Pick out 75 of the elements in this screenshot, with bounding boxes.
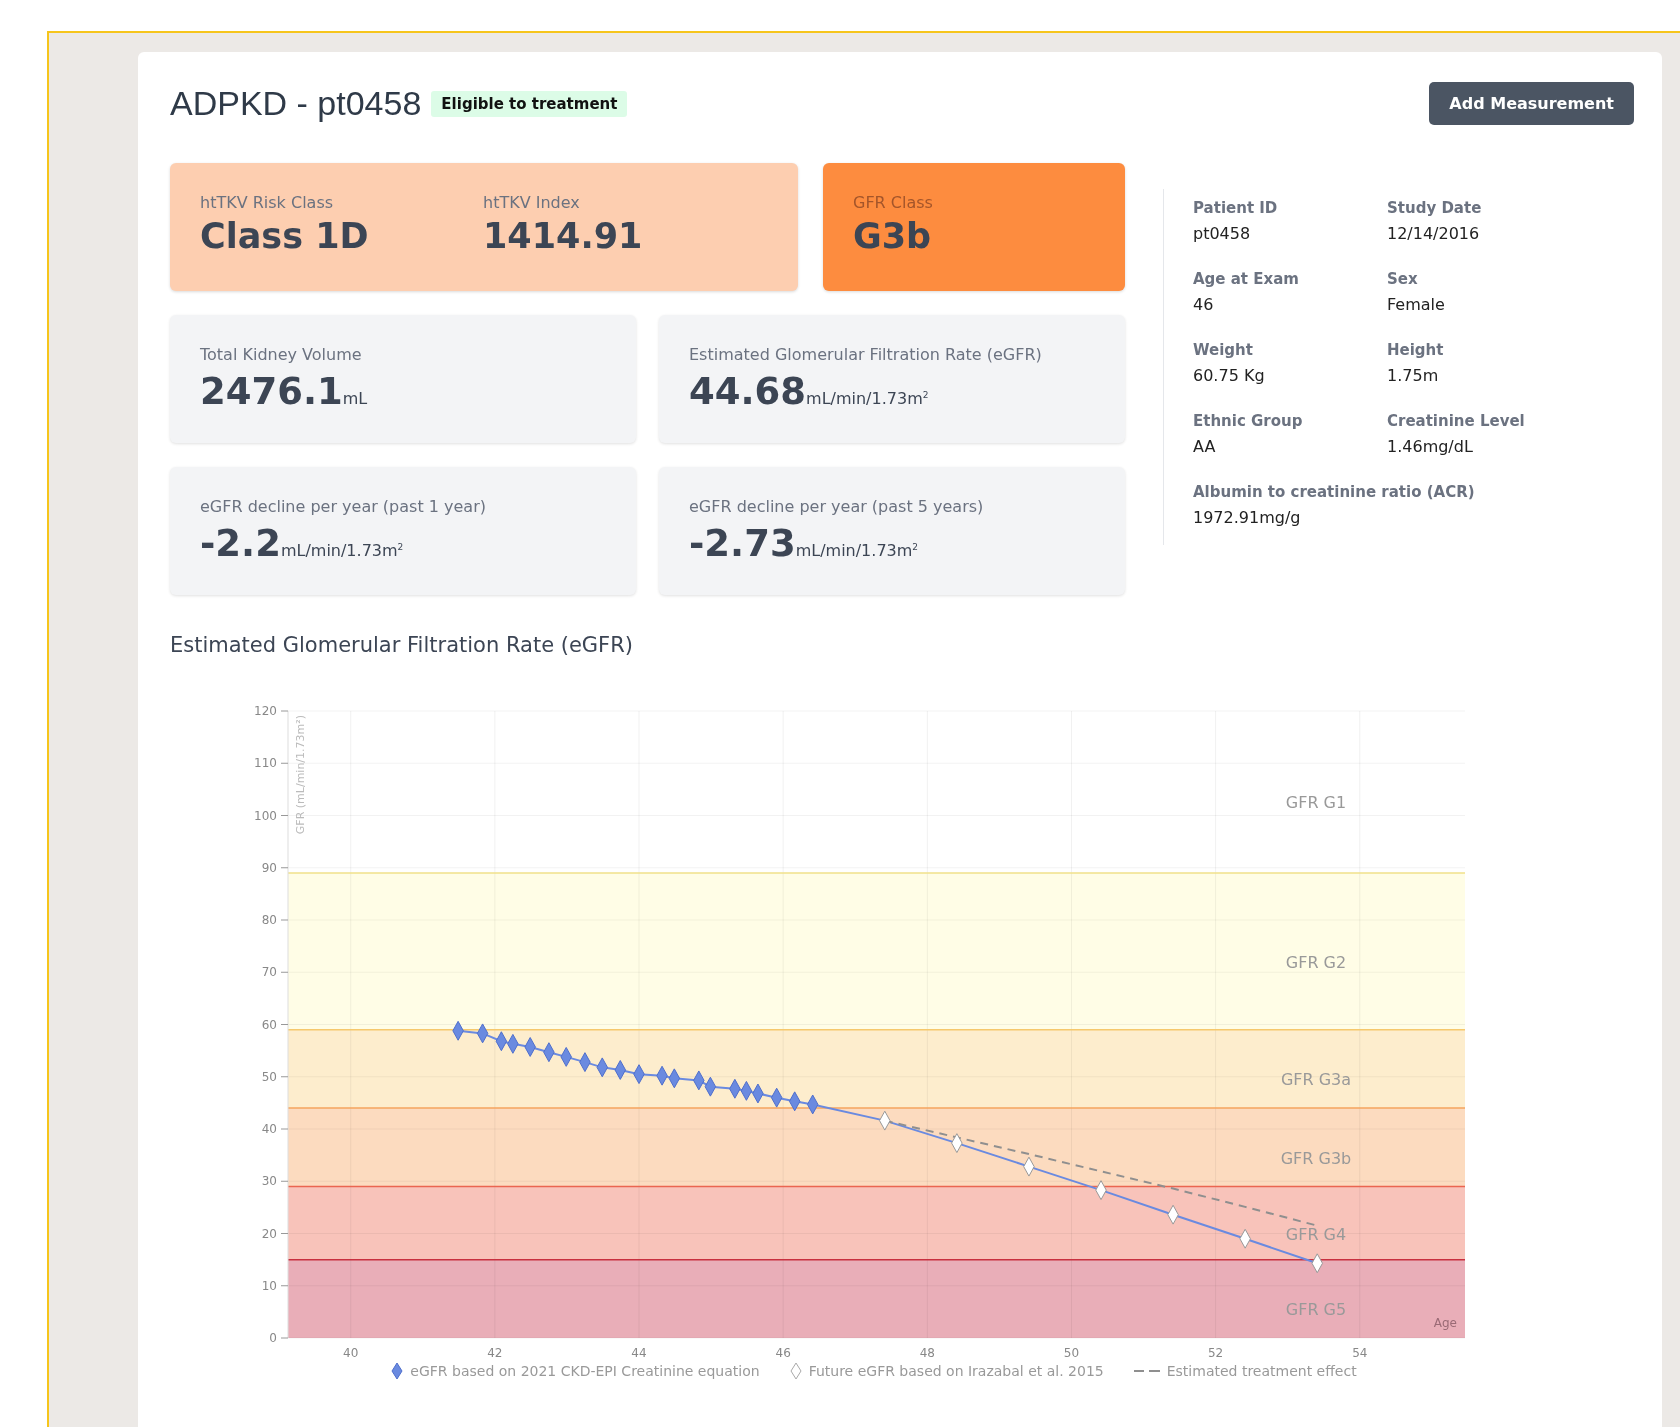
field-label: Albumin to creatinine ratio (ACR) bbox=[1193, 483, 1475, 501]
axis-tick-label: 54 bbox=[1352, 1346, 1368, 1360]
tile-label: htTKV Index bbox=[483, 193, 581, 212]
tile-label: Total Kidney Volume bbox=[200, 345, 363, 364]
tile-label: htTKV Risk Class bbox=[200, 193, 335, 212]
axis-tick-label: 80 bbox=[261, 913, 277, 927]
metric-value: 44.68 bbox=[689, 370, 807, 413]
legend-label: Future eGFR based on Irazabal et al. 2015 bbox=[808, 1363, 1104, 1379]
axis-tick-label: 90 bbox=[261, 860, 277, 875]
tile-label: GFR Class bbox=[853, 193, 934, 212]
field-label: Height bbox=[1387, 341, 1444, 359]
axis-tick-label: 100 bbox=[254, 808, 277, 823]
tile-label: Estimated Glomerular Filtration Rate (eGFR) bbox=[689, 345, 1043, 364]
field-value: 46 bbox=[1193, 295, 1214, 314]
tile-label: eGFR decline per year (past 1 year) bbox=[200, 497, 487, 516]
hollow-diamond-icon bbox=[789, 1362, 802, 1380]
diamond-icon bbox=[391, 1362, 404, 1380]
band-label: GFR G5 bbox=[1285, 1300, 1347, 1320]
metric-value: 2476.1 bbox=[200, 370, 343, 413]
axis-tick-label: 46 bbox=[775, 1346, 791, 1360]
band-label: GFR G3a bbox=[1280, 1070, 1352, 1090]
field-value: pt0458 bbox=[1193, 224, 1251, 243]
axis-tick-label: 10 bbox=[261, 1278, 277, 1293]
field-label: Weight bbox=[1193, 341, 1253, 359]
field-label: Study Date bbox=[1387, 199, 1482, 217]
axis-tick-label: 70 bbox=[261, 965, 277, 980]
axis-tick-label: 50 bbox=[261, 1069, 277, 1084]
axis-tick-label: 40 bbox=[261, 1122, 277, 1136]
axis-tick-label: 40 bbox=[343, 1346, 359, 1360]
axis-tick-label: 52 bbox=[1208, 1346, 1224, 1360]
field-label: Sex bbox=[1387, 270, 1418, 288]
axis-tick-label: 60 bbox=[261, 1017, 277, 1032]
axis-tick-label: 20 bbox=[261, 1226, 277, 1241]
axis-title: Age bbox=[1433, 1316, 1457, 1330]
chart-title: Estimated Glomerular Filtration Rate (eGFR) bbox=[170, 633, 634, 657]
field-value: AA bbox=[1193, 437, 1216, 456]
metric-unit: mL bbox=[342, 389, 368, 408]
metric-value: -2.73 bbox=[689, 522, 796, 565]
field-value: 1.75m bbox=[1387, 366, 1439, 385]
field-label: Creatinine Level bbox=[1387, 412, 1525, 430]
axis-tick-label: 30 bbox=[261, 1174, 277, 1189]
field-value: Female bbox=[1387, 295, 1445, 314]
axis-tick-label: 44 bbox=[631, 1346, 647, 1360]
tile-value: 1414.91 bbox=[483, 216, 644, 256]
page-title: ADPKD - pt0458 bbox=[170, 84, 422, 123]
field-value: 1972.91mg/g bbox=[1193, 508, 1301, 527]
band-label: GFR G2 bbox=[1285, 952, 1347, 972]
band-label: GFR G1 bbox=[1285, 793, 1347, 813]
add-measurement-button[interactable]: Add Measurement bbox=[1429, 82, 1634, 125]
tile-value: Class 1D bbox=[200, 216, 370, 256]
field-label: Age at Exam bbox=[1193, 270, 1299, 288]
axis-tick-label: 110 bbox=[254, 756, 277, 771]
status-badge: Eligible to treatment bbox=[431, 90, 628, 117]
metric-unit: mL/min/1.73m$^{2}$ bbox=[795, 541, 919, 560]
field-value: 1.46mg/dL bbox=[1387, 437, 1473, 456]
legend-label: eGFR based on 2021 CKD-EPI Creatinine equation bbox=[410, 1363, 760, 1379]
axis-tick-label: 0 bbox=[269, 1331, 277, 1345]
metric-unit: mL/min/1.73m$^{2}$ bbox=[280, 541, 404, 560]
band-label: GFR G4 bbox=[1285, 1224, 1347, 1244]
field-label: Patient ID bbox=[1193, 199, 1278, 217]
band-label: GFR G3b bbox=[1280, 1148, 1352, 1168]
axis-tick-label: 42 bbox=[487, 1346, 503, 1360]
field-value: 12/14/2016 bbox=[1387, 224, 1480, 243]
legend-label: Estimated treatment effect bbox=[1166, 1363, 1357, 1379]
field-label: Ethnic Group bbox=[1193, 412, 1303, 430]
axis-title: GFR (mL/min/1.73m²) bbox=[294, 715, 307, 835]
tile-value: G3b bbox=[853, 216, 933, 256]
axis-tick-label: 50 bbox=[1063, 1346, 1080, 1360]
field-value: 60.75 Kg bbox=[1193, 366, 1265, 385]
dashed-line-icon bbox=[1133, 1369, 1160, 1373]
metric-value: -2.2 bbox=[200, 522, 281, 565]
metric-unit: mL/min/1.73m$^{2}$ bbox=[806, 389, 929, 408]
axis-tick-label: 48 bbox=[919, 1346, 935, 1360]
axis-tick-label: 120 bbox=[254, 704, 277, 718]
tile-label: eGFR decline per year (past 5 years) bbox=[689, 497, 985, 516]
